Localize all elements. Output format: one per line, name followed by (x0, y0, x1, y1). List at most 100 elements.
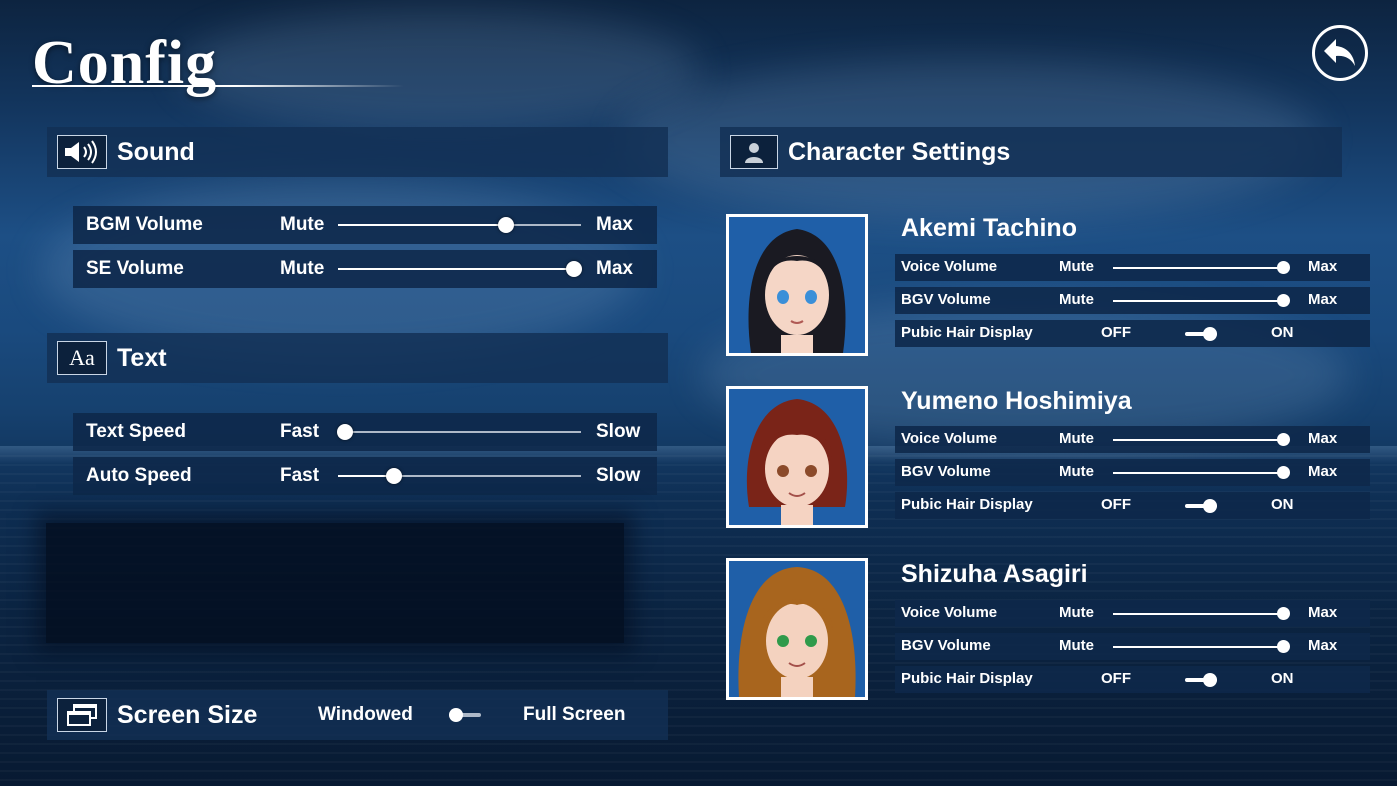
pubic-hair-display-row: Pubic Hair Display OFF ON (895, 492, 1370, 519)
windowed-option-label[interactable]: Windowed (318, 704, 413, 726)
voice-volume-label: Voice Volume (901, 430, 998, 447)
pubic-hair-display-toggle-knob[interactable] (1203, 327, 1217, 341)
pubic-hair-display-label: Pubic Hair Display (901, 670, 1033, 687)
bgv-volume-slider[interactable] (1113, 466, 1290, 479)
character-settings-label: Character Settings (788, 137, 1011, 166)
auto-speed-min-label: Fast (280, 465, 320, 486)
text-speed-max-label: Slow (596, 421, 641, 442)
bgv-volume-max-label: Max (1308, 637, 1338, 654)
text-speed-min-label: Fast (280, 421, 320, 442)
pubic-hair-display-toggle-knob[interactable] (1203, 673, 1217, 687)
text-speed-slider[interactable] (337, 424, 581, 440)
se-volume-slider[interactable] (338, 261, 582, 277)
se-volume-row: SE Volume Mute Max (73, 250, 657, 288)
voice-volume-min-label: Mute (1059, 258, 1094, 275)
voice-volume-slider[interactable] (1113, 607, 1290, 620)
voice-volume-slider-thumb[interactable] (1277, 607, 1290, 620)
bgm-volume-row: BGM Volume Mute Max (73, 206, 657, 244)
full-screen-option-label[interactable]: Full Screen (523, 704, 625, 726)
screen-size-label: Screen Size (117, 700, 258, 729)
pubic-hair-display-off-label[interactable]: OFF (1101, 496, 1131, 513)
character-name-akemi: Akemi Tachino (901, 214, 1077, 242)
pubic-hair-display-toggle[interactable] (1185, 499, 1217, 513)
bgv-volume-min-label: Mute (1059, 291, 1094, 308)
bgm-volume-label: BGM Volume (86, 214, 203, 235)
pubic-hair-display-toggle[interactable] (1185, 327, 1217, 341)
voice-volume-row: Voice Volume Mute Max (895, 254, 1370, 281)
voice-volume-max-label: Max (1308, 258, 1338, 275)
se-volume-max-label: Max (596, 258, 633, 279)
character-portrait-akemi (726, 214, 868, 356)
bgv-volume-slider[interactable] (1113, 294, 1290, 307)
voice-volume-min-label: Mute (1059, 430, 1094, 447)
akemi-portrait-image (729, 217, 865, 353)
text-aa-icon: Aa (57, 341, 107, 375)
text-speed-row: Text Speed Fast Slow (73, 413, 657, 451)
voice-volume-slider[interactable] (1113, 261, 1290, 274)
pubic-hair-display-on-label[interactable]: ON (1271, 670, 1294, 687)
sound-section-header: Sound (47, 127, 668, 177)
background-cloud (180, 10, 700, 130)
bgm-volume-slider[interactable] (338, 217, 581, 233)
bgv-volume-slider-thumb[interactable] (1277, 640, 1290, 653)
bgv-volume-row: BGV Volume Mute Max (895, 633, 1370, 660)
yumeno-portrait-image (729, 389, 865, 525)
bgv-volume-slider[interactable] (1113, 640, 1290, 653)
bgv-volume-label: BGV Volume (901, 637, 991, 654)
voice-volume-slider[interactable] (1113, 433, 1290, 446)
auto-speed-max-label: Slow (596, 465, 641, 486)
se-volume-slider-thumb[interactable] (565, 261, 582, 277)
bgv-volume-max-label: Max (1308, 463, 1338, 480)
screen-size-section: Screen Size Windowed Full Screen (47, 690, 668, 740)
voice-volume-slider-thumb[interactable] (1277, 433, 1290, 446)
pubic-hair-display-toggle[interactable] (1185, 673, 1217, 687)
auto-speed-slider-thumb[interactable] (385, 468, 402, 484)
pubic-hair-display-toggle-knob[interactable] (1203, 499, 1217, 513)
bgm-volume-slider-thumb[interactable] (497, 217, 514, 233)
pubic-hair-display-row: Pubic Hair Display OFF ON (895, 320, 1370, 347)
se-volume-label: SE Volume (86, 258, 184, 279)
character-portrait-yumeno (726, 386, 868, 528)
back-arrow-icon (1324, 39, 1355, 66)
bgv-volume-row: BGV Volume Mute Max (895, 459, 1370, 486)
voice-volume-max-label: Max (1308, 430, 1338, 447)
bgv-volume-slider-thumb[interactable] (1277, 294, 1290, 307)
pubic-hair-display-off-label[interactable]: OFF (1101, 670, 1131, 687)
bgv-volume-min-label: Mute (1059, 637, 1094, 654)
voice-volume-label: Voice Volume (901, 258, 998, 275)
text-preview-box (46, 523, 624, 643)
bgv-volume-row: BGV Volume Mute Max (895, 287, 1370, 314)
voice-volume-label: Voice Volume (901, 604, 998, 621)
voice-volume-min-label: Mute (1059, 604, 1094, 621)
windows-icon (57, 698, 107, 732)
pubic-hair-display-on-label[interactable]: ON (1271, 324, 1294, 341)
character-portrait-shizuha (726, 558, 868, 700)
bgv-volume-label: BGV Volume (901, 291, 991, 308)
pubic-hair-display-row: Pubic Hair Display OFF ON (895, 666, 1370, 693)
auto-speed-row: Auto Speed Fast Slow (73, 457, 657, 495)
bgv-volume-slider-thumb[interactable] (1277, 466, 1290, 479)
back-button[interactable] (1312, 25, 1368, 81)
bgm-volume-min-label: Mute (280, 214, 325, 235)
bgm-volume-max-label: Max (596, 214, 633, 235)
pubic-hair-display-off-label[interactable]: OFF (1101, 324, 1131, 341)
sound-section-label: Sound (117, 137, 195, 166)
bgv-volume-min-label: Mute (1059, 463, 1094, 480)
voice-volume-row: Voice Volume Mute Max (895, 426, 1370, 453)
pubic-hair-display-on-label[interactable]: ON (1271, 496, 1294, 513)
text-speed-label: Text Speed (86, 421, 186, 442)
person-icon (730, 135, 778, 169)
shizuha-portrait-image (729, 561, 865, 697)
voice-volume-slider-thumb[interactable] (1277, 261, 1290, 274)
auto-speed-label: Auto Speed (86, 465, 192, 486)
text-speed-slider-thumb[interactable] (337, 424, 354, 440)
character-name-yumeno: Yumeno Hoshimiya (901, 387, 1132, 415)
screen-size-toggle-knob[interactable] (449, 708, 463, 722)
bgv-volume-label: BGV Volume (901, 463, 991, 480)
voice-volume-max-label: Max (1308, 604, 1338, 621)
auto-speed-slider[interactable] (338, 468, 581, 484)
voice-volume-row: Voice Volume Mute Max (895, 600, 1370, 627)
title-underline (32, 85, 404, 87)
se-volume-min-label: Mute (280, 258, 325, 279)
screen-size-toggle[interactable] (449, 708, 481, 722)
